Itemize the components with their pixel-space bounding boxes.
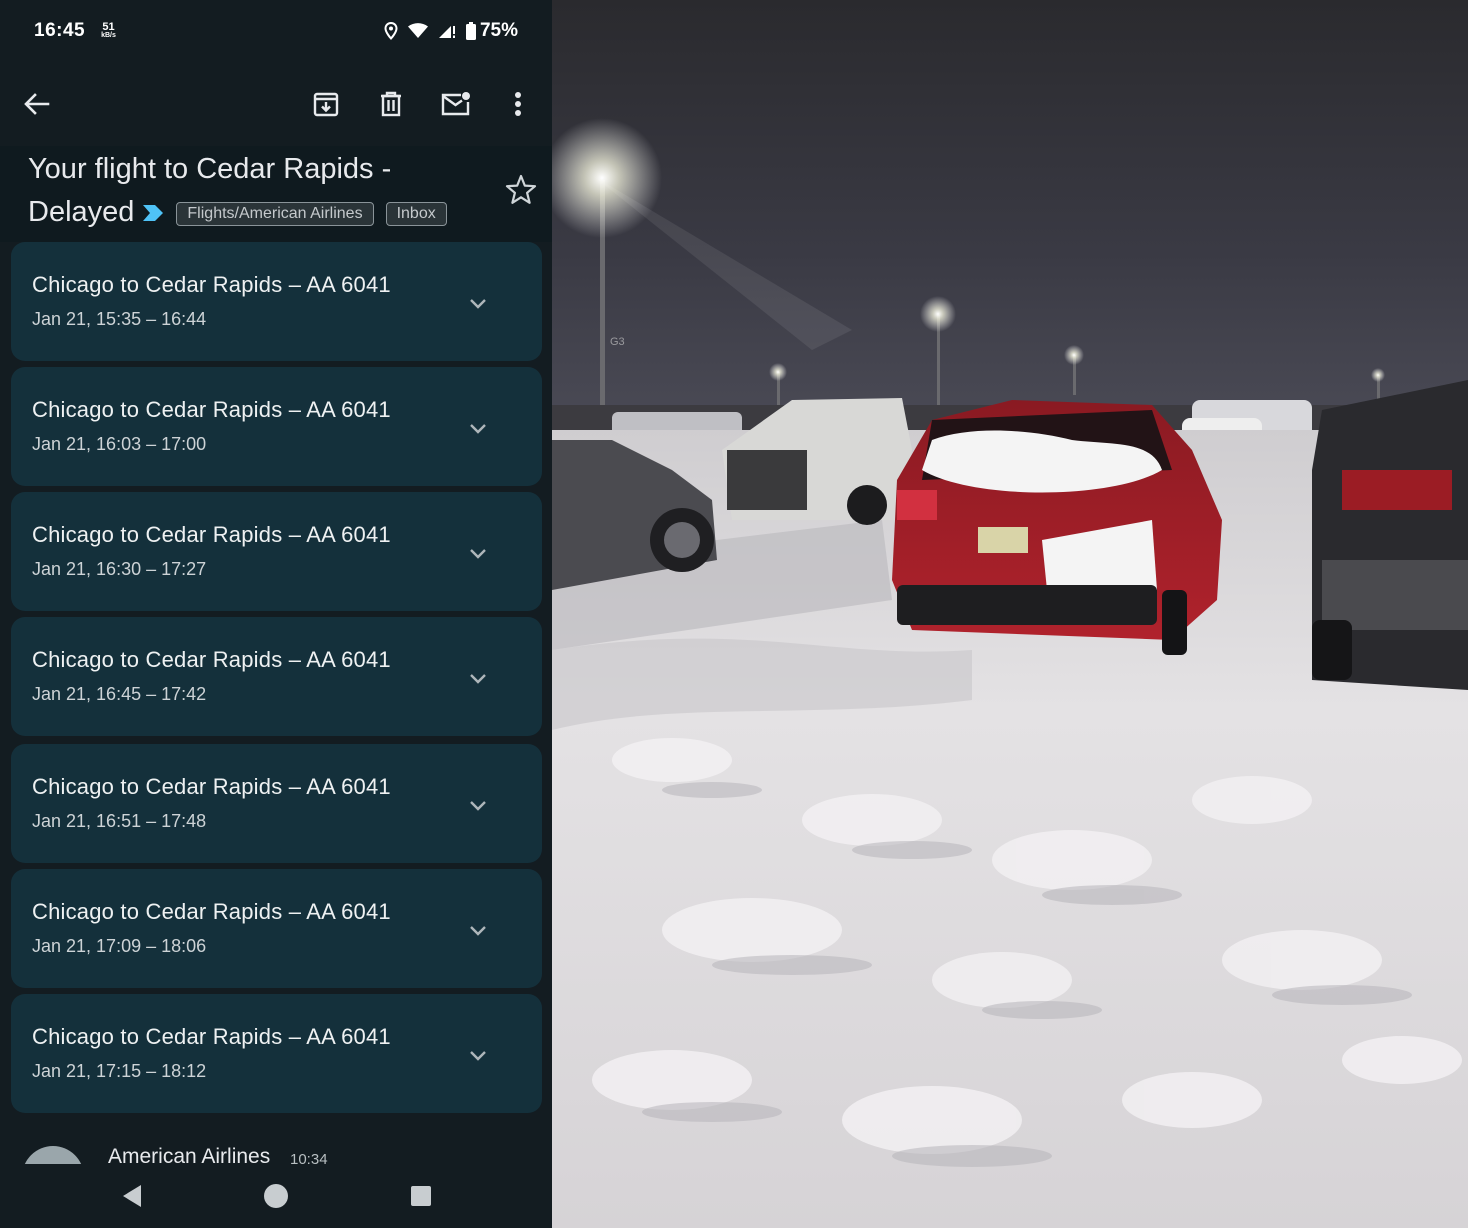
message-time: 10:34	[290, 1151, 328, 1164]
pole-sign: G3	[610, 336, 625, 348]
status-time: 16:45	[34, 20, 86, 41]
chevron-down-icon	[470, 549, 486, 559]
flight-card-title: Chicago to Cedar Rapids – AA 6041	[32, 899, 391, 924]
mark-unread-button[interactable]	[436, 84, 476, 124]
network-rate-unit: kB/s	[101, 32, 116, 39]
system-nav-bar	[0, 1164, 552, 1228]
flight-card-time: Jan 21, 17:09 – 18:06	[32, 936, 207, 956]
delete-icon	[381, 91, 401, 117]
flight-card[interactable]: Chicago to Cedar Rapids – AA 6041 Jan 21…	[11, 617, 542, 736]
triangle-back-icon	[123, 1185, 141, 1207]
status-icons: 75%	[384, 20, 518, 42]
status-bar: 16:45 51 kB/s 75%	[0, 0, 552, 62]
back-button[interactable]	[17, 84, 57, 124]
subject-line-2-row: Delayed Flights/American Airlines Inbox	[28, 191, 488, 234]
back-arrow-icon	[24, 93, 50, 115]
label-chip-flights[interactable]: Flights/American Airlines	[176, 201, 374, 226]
flight-card[interactable]: Chicago to Cedar Rapids – AA 6041 Jan 21…	[11, 242, 542, 361]
flight-card-time: Jan 21, 15:35 – 16:44	[32, 309, 207, 329]
snowy-parking-lot-image: G3	[552, 0, 1468, 1228]
battery-percent: 75%	[479, 20, 518, 41]
flight-card[interactable]: Chicago to Cedar Rapids – AA 6041 Jan 21…	[11, 994, 542, 1113]
message-header[interactable]: American Airlines 10:34	[0, 1128, 552, 1164]
flight-card[interactable]: Chicago to Cedar Rapids – AA 6041 Jan 21…	[11, 492, 542, 611]
flight-card[interactable]: Chicago to Cedar Rapids – AA 6041 Jan 21…	[11, 744, 542, 863]
chevron-down-icon	[470, 801, 486, 811]
email-app-screen: 16:45 51 kB/s 75% Your flight to Cedar R…	[0, 0, 552, 1228]
flight-card-time: Jan 21, 16:45 – 17:42	[32, 684, 207, 704]
chevron-down-icon	[470, 1051, 486, 1061]
flight-card[interactable]: Chicago to Cedar Rapids – AA 6041 Jan 21…	[11, 367, 542, 486]
flight-card-time: Jan 21, 16:51 – 17:48	[32, 811, 207, 831]
flight-card-time: Jan 21, 16:30 – 17:27	[32, 559, 207, 579]
battery-icon	[465, 22, 476, 40]
email-subject: Your flight to Cedar Rapids - Delayed Fl…	[28, 148, 488, 234]
flight-card[interactable]: Chicago to Cedar Rapids – AA 6041 Jan 21…	[11, 869, 542, 988]
square-recents-icon	[411, 1186, 431, 1206]
importance-marker-icon	[143, 204, 164, 221]
location-icon	[384, 22, 398, 40]
parking-lot-photo: G3	[552, 0, 1468, 1228]
flight-card-title: Chicago to Cedar Rapids – AA 6041	[32, 522, 391, 547]
archive-icon	[313, 92, 339, 117]
flight-card-title: Chicago to Cedar Rapids – AA 6041	[32, 774, 391, 799]
flight-card-title: Chicago to Cedar Rapids – AA 6041	[32, 397, 391, 422]
flight-card-title: Chicago to Cedar Rapids – AA 6041	[32, 647, 391, 672]
nav-back-button[interactable]	[116, 1180, 148, 1212]
flight-card-time: Jan 21, 16:03 – 17:00	[32, 434, 207, 454]
subject-line-1: Your flight to Cedar Rapids -	[28, 153, 392, 185]
star-icon[interactable]	[504, 173, 538, 207]
sender-name: American Airlines	[108, 1145, 271, 1164]
label-chip-inbox[interactable]: Inbox	[385, 201, 447, 226]
mark-unread-icon	[441, 92, 470, 116]
delete-button[interactable]	[371, 84, 411, 124]
network-rate: 51 kB/s	[101, 22, 116, 40]
archive-button[interactable]	[306, 84, 346, 124]
chevron-down-icon	[470, 299, 486, 309]
wifi-icon	[407, 23, 428, 38]
circle-home-icon	[264, 1184, 288, 1208]
avatar[interactable]	[22, 1146, 84, 1164]
chevron-down-icon	[470, 674, 486, 684]
chevron-down-icon	[470, 424, 486, 434]
nav-home-button[interactable]	[260, 1180, 292, 1212]
more-vert-icon	[515, 92, 521, 116]
email-toolbar	[0, 62, 552, 146]
flight-card-time: Jan 21, 17:15 – 18:12	[32, 1061, 207, 1081]
flight-card-title: Chicago to Cedar Rapids – AA 6041	[32, 272, 391, 297]
chevron-down-icon	[470, 926, 486, 936]
more-options-button[interactable]	[498, 84, 538, 124]
nav-recents-button[interactable]	[405, 1180, 437, 1212]
signal-icon	[438, 26, 455, 38]
subject-line-2: Delayed	[28, 196, 135, 228]
flight-card-title: Chicago to Cedar Rapids – AA 6041	[32, 1024, 391, 1049]
